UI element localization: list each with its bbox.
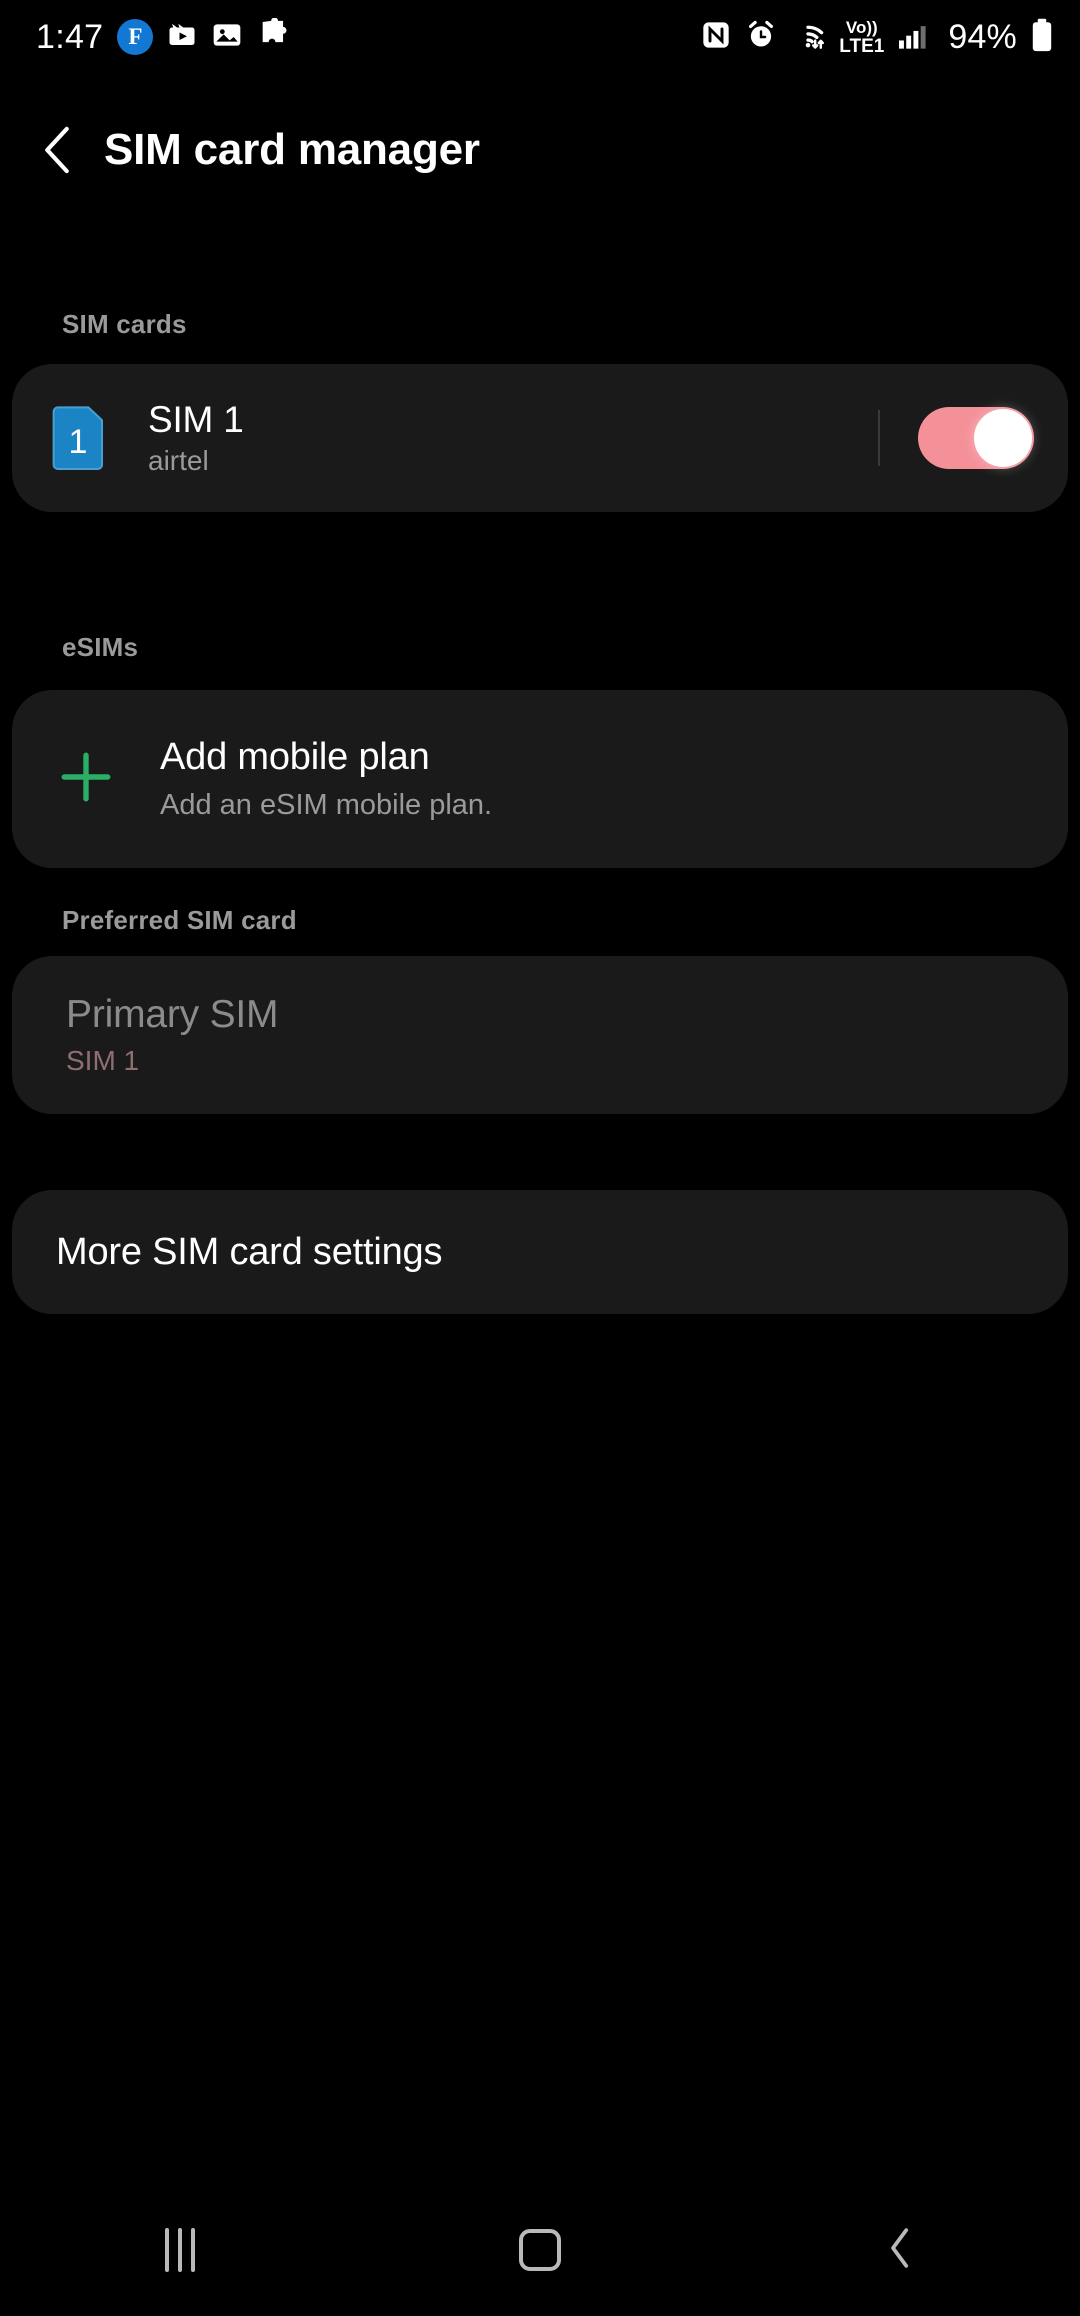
toggle-divider bbox=[878, 410, 880, 466]
puzzle-piece-icon bbox=[257, 16, 291, 57]
back-button[interactable] bbox=[810, 2184, 990, 2316]
add-mobile-plan-texts: Add mobile plan Add an eSIM mobile plan. bbox=[160, 736, 492, 822]
primary-sim-title: Primary SIM bbox=[66, 993, 279, 1036]
sim-1-carrier: airtel bbox=[148, 445, 209, 476]
primary-sim-value: SIM 1 bbox=[66, 1045, 140, 1076]
sim-1-title: SIM 1 bbox=[148, 399, 244, 440]
status-bar: 1:47 F Vo)) LTE1 94% bbox=[0, 0, 1080, 74]
home-button[interactable] bbox=[450, 2184, 630, 2316]
battery-percent-label: 94% bbox=[948, 17, 1017, 56]
status-clock: 1:47 bbox=[36, 17, 104, 56]
add-mobile-plan-subtitle: Add an eSIM mobile plan. bbox=[160, 789, 493, 821]
volte-network-label: LTE1 bbox=[839, 35, 885, 57]
add-mobile-plan-row[interactable]: Add mobile plan Add an eSIM mobile plan. bbox=[12, 690, 1068, 868]
more-sim-settings-card[interactable]: More SIM card settings bbox=[12, 1190, 1068, 1314]
home-icon bbox=[519, 2229, 561, 2271]
back-chevron-icon[interactable] bbox=[40, 124, 74, 176]
navigation-bar bbox=[0, 2184, 1080, 2316]
section-label-sim-cards: SIM cards bbox=[62, 309, 187, 339]
volte-icon: Vo)) LTE1 bbox=[839, 19, 884, 56]
add-mobile-plan-title: Add mobile plan bbox=[160, 736, 430, 778]
signal-bars-icon bbox=[897, 20, 931, 55]
wifi-icon bbox=[790, 19, 826, 56]
section-label-preferred-sim: Preferred SIM card bbox=[62, 905, 297, 935]
sim-1-texts: SIM 1 airtel bbox=[148, 399, 878, 477]
plus-icon-container bbox=[12, 748, 160, 811]
section-label-esims: eSIMs bbox=[62, 632, 139, 662]
more-sim-settings-title: More SIM card settings bbox=[56, 1230, 443, 1273]
svg-text:1: 1 bbox=[69, 423, 88, 461]
add-mobile-plan-card[interactable]: Add mobile plan Add an eSIM mobile plan. bbox=[12, 690, 1068, 868]
phone-screen: 1:47 F Vo)) LTE1 94% SIM card manager SI… bbox=[0, 0, 1080, 2316]
sim-card-number-icon: 1 bbox=[52, 405, 108, 471]
battery-icon bbox=[1030, 18, 1054, 57]
primary-sim-row[interactable]: Primary SIM SIM 1 bbox=[12, 956, 1068, 1114]
page-title: SIM card manager bbox=[104, 125, 480, 174]
primary-sim-card[interactable]: Primary SIM SIM 1 bbox=[12, 956, 1068, 1114]
status-bar-right: Vo)) LTE1 94% bbox=[700, 18, 1054, 57]
recents-button[interactable] bbox=[90, 2184, 270, 2316]
more-sim-settings-row[interactable]: More SIM card settings bbox=[12, 1190, 1068, 1314]
alarm-icon bbox=[745, 19, 777, 56]
facebook-badge-icon: F bbox=[117, 19, 154, 55]
nfc-icon bbox=[700, 19, 732, 56]
sim-1-row[interactable]: 1 SIM 1 airtel bbox=[12, 364, 1068, 512]
back-icon bbox=[886, 2226, 914, 2275]
video-clip-icon bbox=[167, 20, 197, 55]
status-bar-left: 1:47 F bbox=[36, 16, 291, 57]
photo-icon bbox=[211, 19, 243, 56]
recents-icon bbox=[165, 2228, 195, 2272]
sim-badge-container: 1 bbox=[12, 405, 148, 471]
plus-icon bbox=[57, 748, 115, 811]
volte-top-label: Vo)) bbox=[845, 17, 878, 37]
sim-1-toggle[interactable] bbox=[918, 407, 1034, 469]
toggle-knob bbox=[974, 409, 1032, 467]
sim-1-card[interactable]: 1 SIM 1 airtel bbox=[12, 364, 1068, 512]
app-header: SIM card manager bbox=[0, 104, 1080, 196]
